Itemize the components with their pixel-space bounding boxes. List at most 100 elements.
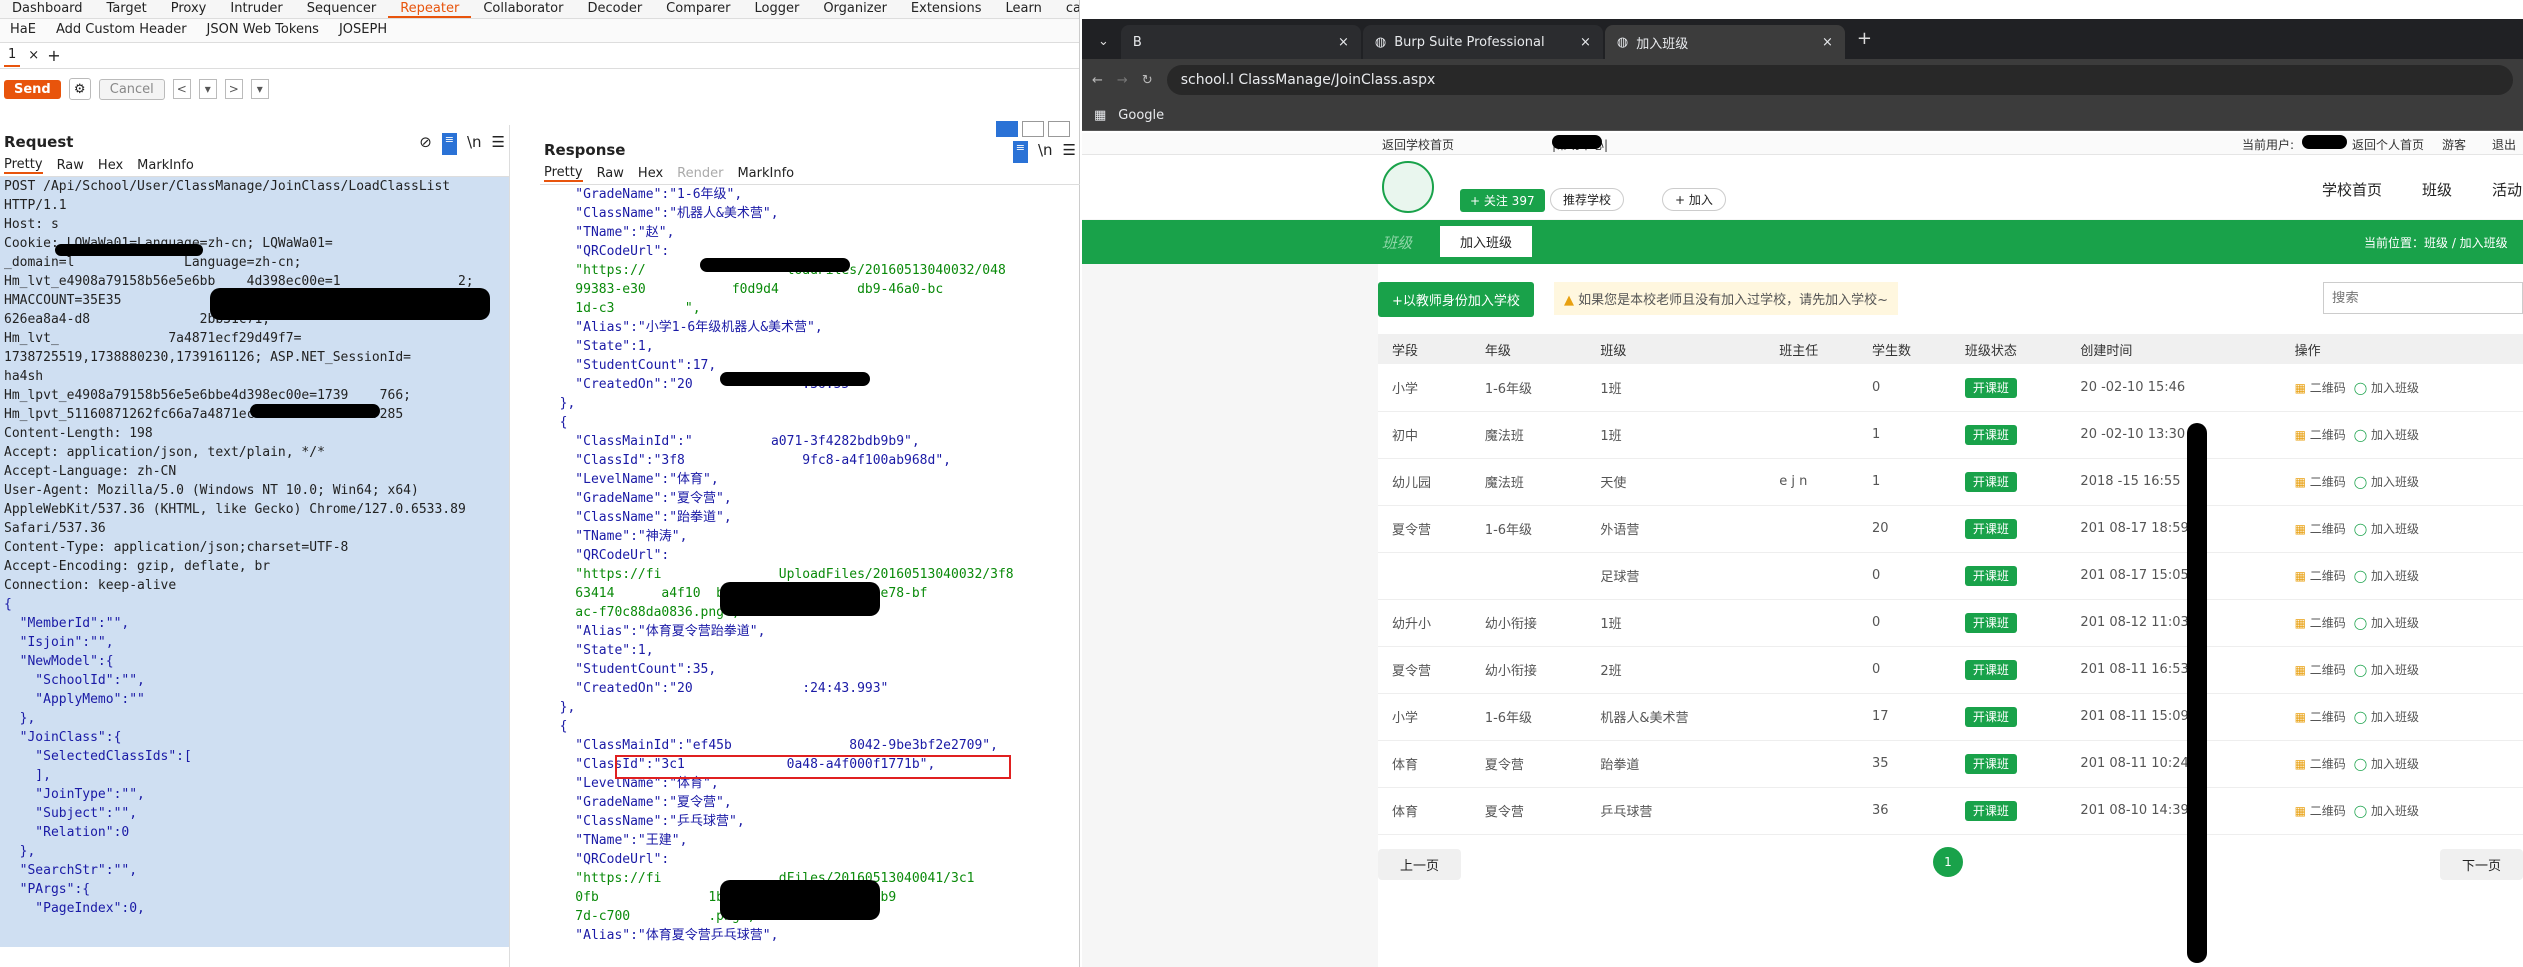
tab-list-icon[interactable]: ⌄: [1088, 34, 1119, 59]
view-tab-hex[interactable]: Hex: [98, 158, 123, 173]
page-1-button[interactable]: 1: [1933, 846, 1963, 877]
join-class-link[interactable]: ◯ 加入班级: [2354, 569, 2419, 583]
tab-class[interactable]: 班级: [1382, 232, 1412, 253]
qrcode-icon: ▦: [2294, 710, 2310, 724]
ext-tab-add-custom-header[interactable]: Add Custom Header: [46, 19, 197, 42]
nav-school-home[interactable]: 学校首页: [2322, 179, 2382, 200]
wrap-icon[interactable]: ≡: [441, 133, 457, 155]
newline-icon[interactable]: \n: [1038, 141, 1053, 163]
ext-tab-hae[interactable]: HaE: [0, 19, 46, 42]
join-class-link[interactable]: ◯ 加入班级: [2354, 710, 2419, 724]
join-class-link[interactable]: ◯ 加入班级: [2354, 757, 2419, 771]
tab-intruder[interactable]: Intruder: [218, 0, 294, 18]
tab-dashboard[interactable]: Dashboard: [0, 0, 95, 18]
view-tab-markinfo[interactable]: MarkInfo: [737, 166, 794, 181]
view-tab-raw[interactable]: Raw: [57, 158, 84, 173]
personal-home-link[interactable]: 返回个人首页: [2352, 136, 2424, 153]
back-dropdown-icon[interactable]: ▾: [198, 79, 217, 99]
ext-tab-json-web-tokens[interactable]: JSON Web Tokens: [197, 19, 329, 42]
response-editor[interactable]: "GradeName":"1-6年级", "ClassName":"机器人&美术…: [540, 185, 1080, 945]
join-class-link[interactable]: ◯ 加入班级: [2354, 475, 2419, 489]
send-button[interactable]: Send: [4, 79, 61, 99]
tab-repeater[interactable]: Repeater: [388, 0, 472, 18]
recommend-button[interactable]: 推荐学校: [1550, 188, 1625, 211]
tab-logger[interactable]: Logger: [743, 0, 812, 18]
view-tab-pretty[interactable]: Pretty: [4, 157, 43, 174]
wrap-icon[interactable]: ≡: [1012, 141, 1028, 163]
gear-icon[interactable]: ⚙: [68, 78, 91, 100]
new-tab-button[interactable]: +: [1847, 28, 1882, 59]
school-home-link[interactable]: 返回学校首页: [1382, 136, 1454, 153]
back-arrow-icon[interactable]: ←: [1092, 73, 1103, 88]
tab-learn[interactable]: Learn: [994, 0, 1054, 18]
join-class-link[interactable]: ◯ 加入班级: [2354, 616, 2419, 630]
layout-horizontal-icon[interactable]: [1022, 121, 1044, 137]
layout-split-icon[interactable]: [996, 121, 1018, 137]
search-input[interactable]: [2323, 282, 2523, 314]
tab-extensions[interactable]: Extensions: [899, 0, 994, 18]
join-class-link[interactable]: ◯ 加入班级: [2354, 663, 2419, 677]
tab-organizer[interactable]: Organizer: [811, 0, 899, 18]
qrcode-link[interactable]: ▦ 二维码: [2295, 475, 2346, 489]
repeater-tab-1[interactable]: 1: [4, 45, 21, 67]
view-tab-markinfo[interactable]: MarkInfo: [137, 158, 194, 173]
browser-tab-join-class[interactable]: ◍ 加入班级 ×: [1604, 25, 1845, 59]
prev-page-button[interactable]: 上一页: [1378, 848, 1462, 880]
view-tab-raw[interactable]: Raw: [597, 166, 624, 181]
tab-proxy[interactable]: Proxy: [159, 0, 219, 18]
next-page-button[interactable]: 下一页: [2439, 848, 2523, 880]
qrcode-link[interactable]: ▦ 二维码: [2295, 757, 2346, 771]
join-as-teacher-button[interactable]: +以教师身份加入学校: [1378, 282, 1534, 317]
qrcode-link[interactable]: ▦ 二维码: [2295, 522, 2346, 536]
tab-collaborator[interactable]: Collaborator: [471, 0, 575, 18]
view-tab-pretty[interactable]: Pretty: [544, 165, 583, 182]
qrcode-link[interactable]: ▦ 二维码: [2295, 804, 2346, 818]
forward-button[interactable]: >: [224, 79, 243, 99]
tab-target[interactable]: Target: [95, 0, 159, 18]
nav-class[interactable]: 班级: [2422, 179, 2452, 200]
join-class-link[interactable]: ◯ 加入班级: [2354, 804, 2419, 818]
menu-icon[interactable]: ☰: [1063, 141, 1076, 163]
ext-tab-joseph[interactable]: JOSEPH: [329, 19, 397, 42]
tab-join-class[interactable]: 加入班级: [1440, 226, 1533, 257]
tab-captcha-killer-modified[interactable]: captcha-killer-modified: [1054, 0, 1079, 18]
qrcode-link[interactable]: ▦ 二维码: [2295, 569, 2346, 583]
newline-icon[interactable]: \n: [467, 133, 482, 155]
layout-single-icon[interactable]: [1048, 121, 1070, 137]
close-icon[interactable]: ×: [28, 48, 39, 63]
join-school-button[interactable]: + 加入: [1662, 188, 1726, 211]
join-class-link[interactable]: ◯ 加入班级: [2354, 381, 2419, 395]
qrcode-link[interactable]: ▦ 二维码: [2295, 710, 2346, 724]
join-class-link[interactable]: ◯ 加入班级: [2354, 428, 2419, 442]
follow-button[interactable]: + 关注 397: [1460, 189, 1545, 212]
logout-link[interactable]: 退出: [2492, 136, 2516, 153]
tab-sequencer[interactable]: Sequencer: [295, 0, 388, 18]
code-line: ],: [4, 768, 51, 783]
join-class-link[interactable]: ◯ 加入班级: [2354, 522, 2419, 536]
tab-comparer[interactable]: Comparer: [654, 0, 742, 18]
cancel-button[interactable]: Cancel: [98, 78, 165, 100]
menu-icon[interactable]: ☰: [492, 133, 505, 155]
qrcode-link[interactable]: ▦ 二维码: [2295, 428, 2346, 442]
qrcode-link[interactable]: ▦ 二维码: [2295, 381, 2346, 395]
add-tab-button[interactable]: +: [47, 46, 60, 65]
browser-tab-burp[interactable]: ◍ Burp Suite Professional ×: [1362, 25, 1603, 59]
back-button[interactable]: <: [172, 79, 191, 99]
forward-arrow-icon[interactable]: →: [1117, 73, 1128, 88]
nav-activity[interactable]: 活动: [2492, 179, 2522, 200]
table-row: 幼升小 幼小衔接 1班 0 开课班 201 08-12 11:03 ▦ 二维码 ◯ 加入班级: [1378, 599, 2523, 647]
forward-dropdown-icon[interactable]: ▾: [250, 79, 269, 99]
browser-tab-1[interactable]: B ×: [1120, 25, 1361, 59]
apps-icon[interactable]: ▦: [1094, 108, 1106, 123]
qrcode-link[interactable]: ▦ 二维码: [2295, 663, 2346, 677]
hide-icon[interactable]: ⊘: [419, 133, 432, 155]
view-tab-render[interactable]: Render: [677, 166, 723, 181]
tab-decoder[interactable]: Decoder: [575, 0, 654, 18]
view-tab-hex[interactable]: Hex: [638, 166, 663, 181]
url-field[interactable]: school.l ClassManage/JoinClass.aspx: [1166, 65, 2513, 95]
bookmark-google[interactable]: Google: [1118, 108, 1164, 123]
reload-icon[interactable]: ↻: [1142, 73, 1153, 88]
class-list-panel: +以教师身份加入学校 ▲ 如果您是本校老师且没有加入过学校，请先加入学校~ 学段…: [1378, 264, 2523, 967]
qrcode-link[interactable]: ▦ 二维码: [2295, 616, 2346, 630]
status-badge: 开课班: [1964, 707, 2017, 727]
